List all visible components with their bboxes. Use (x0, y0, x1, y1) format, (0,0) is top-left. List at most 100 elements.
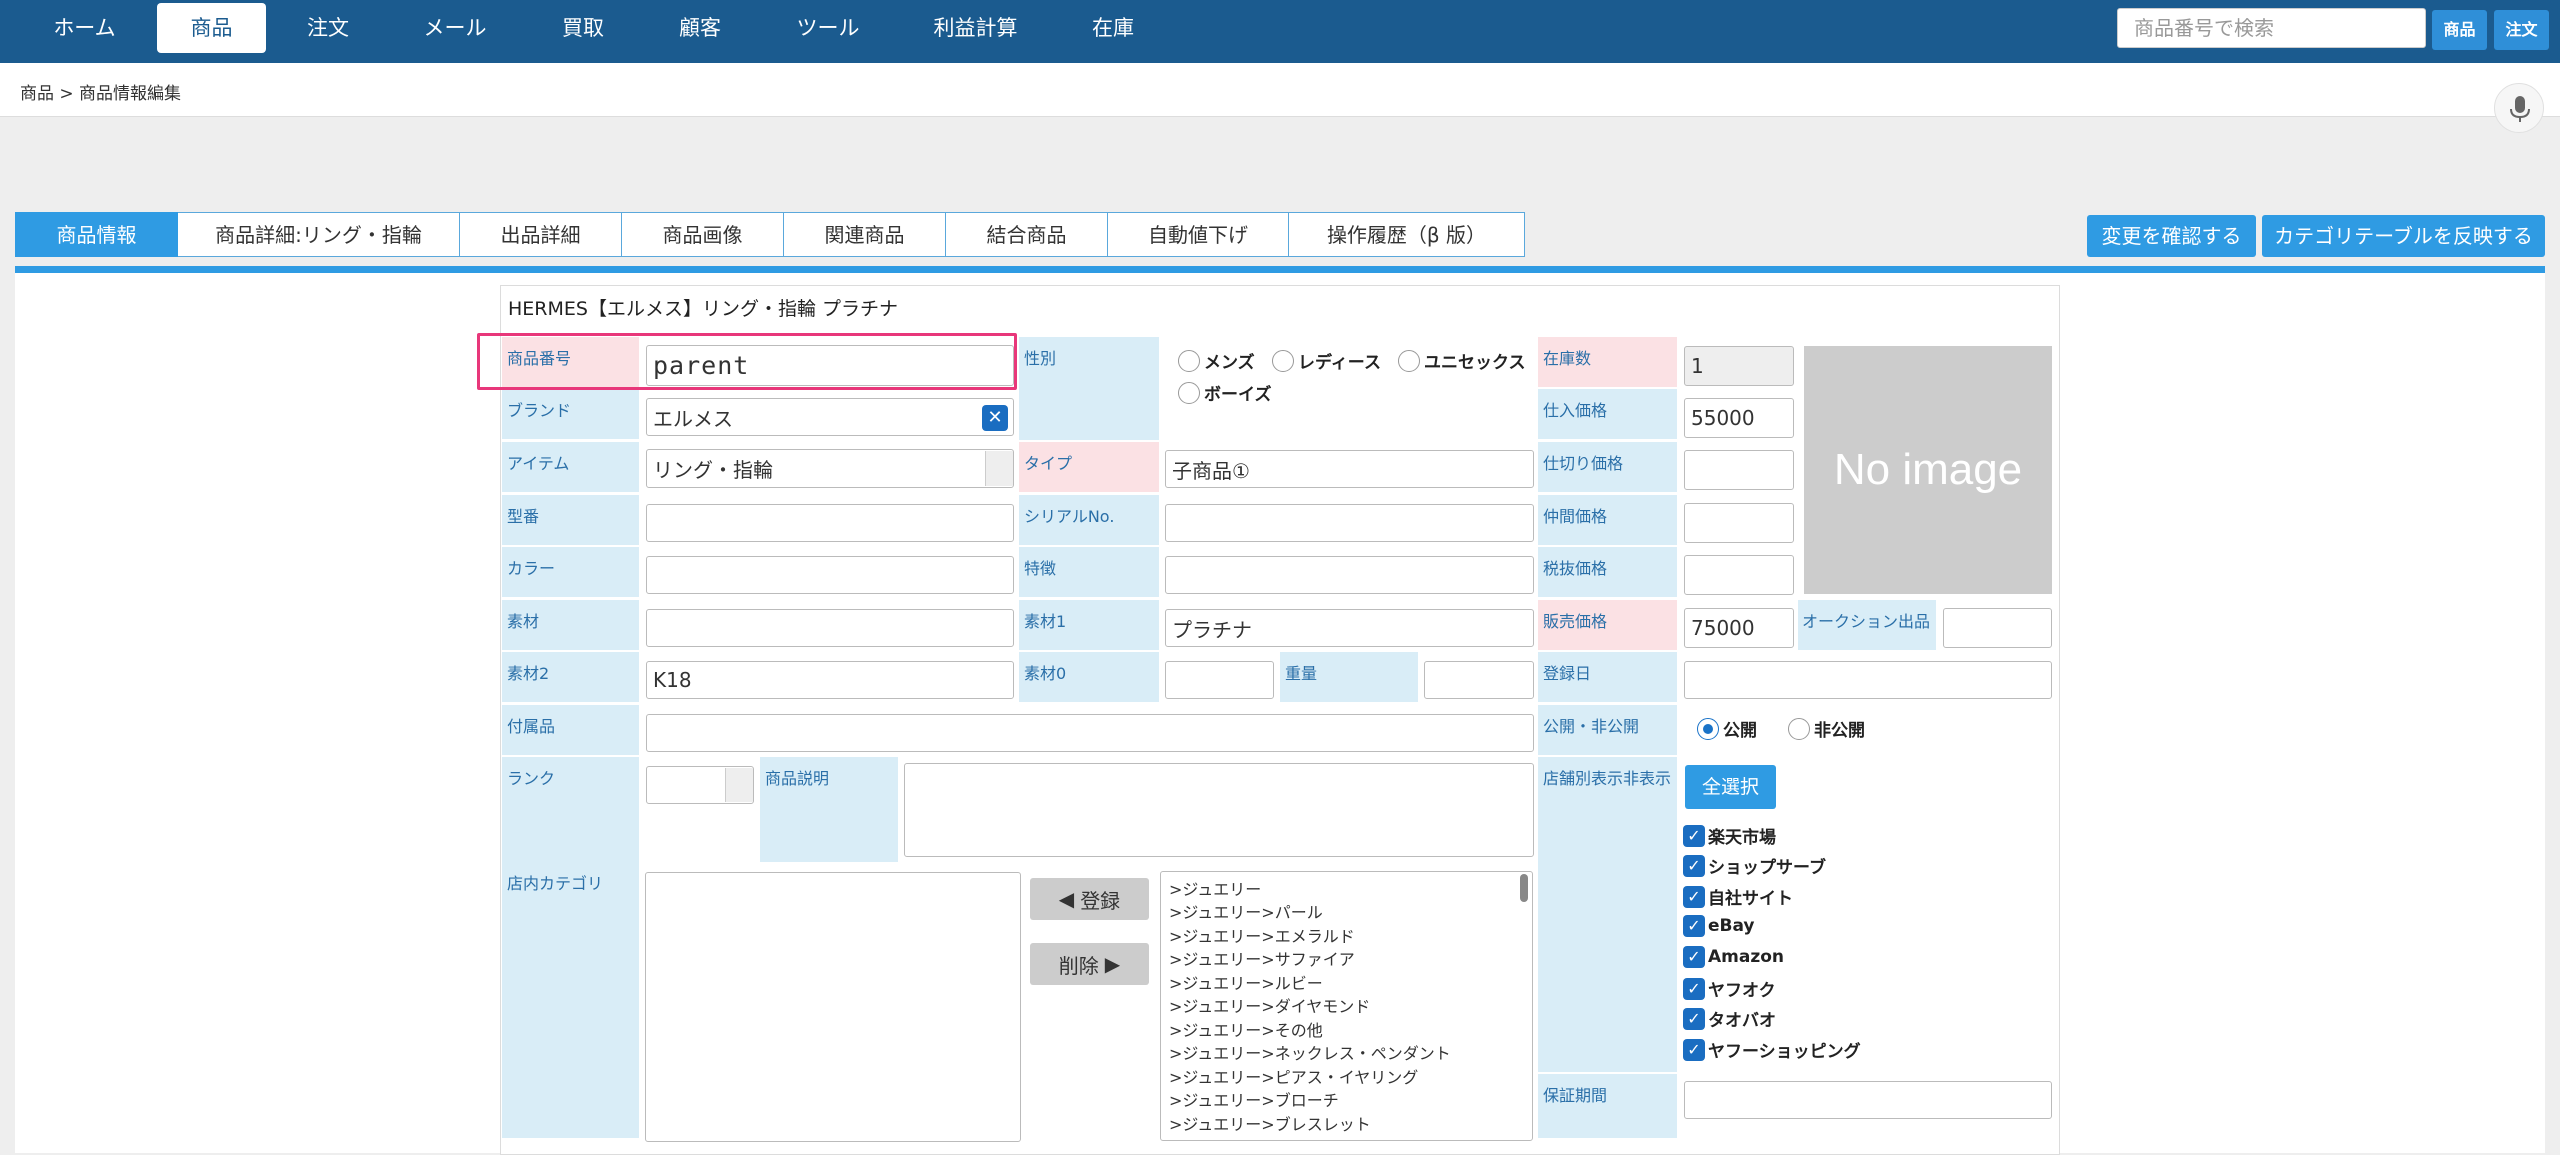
tab-product-image[interactable]: 商品画像 (622, 212, 784, 257)
category-list[interactable]: >ジュエリー >ジュエリー>パール >ジュエリー>エメラルド >ジュエリー>サフ… (1160, 871, 1533, 1141)
category-item[interactable]: >ジュエリー>サファイア (1169, 946, 1355, 970)
category-item[interactable]: >ジュエリー>ダイヤモンド (1169, 993, 1370, 1017)
label-weight: 重量 (1280, 652, 1418, 702)
select-all-stores-button[interactable]: 全選択 (1685, 765, 1776, 809)
store-checkbox-yahoo-shopping[interactable]: ✓ ヤフーショッピング (1683, 1037, 1861, 1062)
store-checkbox-own-site[interactable]: ✓ 自社サイト (1683, 884, 1793, 909)
color-input[interactable] (646, 556, 1014, 594)
tab-operation-history[interactable]: 操作履歴（β 版） (1289, 212, 1525, 257)
nav-item-tools[interactable]: ツール (773, 0, 883, 56)
category-item[interactable]: >ジュエリー (1169, 876, 1261, 900)
material2-input[interactable]: K18 (646, 661, 1014, 699)
nav-item-order[interactable]: 注文 (273, 0, 383, 56)
product-image-placeholder[interactable]: No image (1804, 346, 2052, 594)
material1-input[interactable]: プラチナ (1165, 609, 1534, 647)
category-item[interactable]: >ジュエリー>ブローチ (1169, 1087, 1339, 1111)
delete-category-button[interactable]: 削除 ▶ (1030, 943, 1149, 985)
type-input[interactable]: 子商品① (1165, 450, 1534, 488)
label-material2: 素材2 (502, 652, 639, 702)
check-icon: ✓ (1683, 1007, 1705, 1030)
accessories-input[interactable] (646, 714, 1534, 752)
label-store-display: 店舗別表示非表示 (1538, 757, 1677, 1072)
tab-combined-products[interactable]: 結合商品 (946, 212, 1108, 257)
check-icon: ✓ (1683, 977, 1705, 1000)
gender-unisex-radio[interactable]: ユニセックス (1398, 348, 1526, 373)
warranty-input[interactable] (1684, 1081, 2052, 1119)
feature-input[interactable] (1165, 556, 1534, 594)
check-icon: ✓ (1683, 915, 1705, 937)
serial-input[interactable] (1165, 504, 1534, 542)
category-item[interactable]: >ジュエリー>ルビー (1169, 970, 1323, 994)
nav-item-mail[interactable]: メール (400, 0, 510, 56)
purchase-price-input[interactable]: 55000 (1684, 398, 1794, 438)
category-item[interactable]: >ジュエリー>パール (1169, 899, 1323, 923)
gender-boys-radio[interactable]: ボーイズ (1178, 380, 1272, 405)
item-select-arrow[interactable] (985, 451, 1013, 486)
nav-item-stock[interactable]: 在庫 (1058, 0, 1168, 56)
material0-input[interactable] (1165, 661, 1274, 699)
label-wholesale-price: 仕切り価格 (1538, 442, 1677, 492)
label-reg-date: 登録日 (1538, 652, 1677, 702)
nav-item-product[interactable]: 商品 (157, 3, 266, 53)
description-textarea[interactable] (904, 763, 1534, 857)
nav-item-purchase[interactable]: 買取 (528, 0, 638, 56)
shop-category-list[interactable] (645, 872, 1021, 1142)
label-sale-price: 販売価格 (1538, 600, 1677, 650)
stock-input[interactable]: 1 (1684, 346, 1794, 386)
category-item[interactable]: >ジュエリー>ブレスレット (1169, 1111, 1371, 1135)
store-checkbox-rakuten[interactable]: ✓ 楽天市場 (1683, 823, 1776, 848)
tab-product-detail[interactable]: 商品詳細:リング・指輪 (178, 212, 460, 257)
search-input[interactable] (2117, 8, 2426, 48)
rank-select-arrow[interactable] (725, 768, 753, 802)
store-checkbox-yahuoku[interactable]: ✓ ヤフオク (1683, 976, 1776, 1001)
register-category-button[interactable]: ◀ 登録 (1030, 878, 1149, 920)
tab-related-products[interactable]: 関連商品 (784, 212, 946, 257)
item-select[interactable]: リング・指輪 (646, 449, 1014, 488)
auction-input[interactable] (1943, 608, 2052, 648)
category-item[interactable]: >ジュエリー>ネックレス・ペンダント (1169, 1040, 1451, 1064)
store-checkbox-amazon[interactable]: ✓ Amazon (1683, 946, 1784, 968)
label-rank: ランク (502, 757, 639, 862)
tab-auto-discount[interactable]: 自動値下げ (1108, 212, 1289, 257)
gender-mens-radio[interactable]: メンズ (1178, 348, 1255, 373)
label-model: 型番 (502, 495, 639, 545)
tab-product-info[interactable]: 商品情報 (15, 212, 178, 257)
category-item[interactable]: >ジュエリー>ピアス・イヤリング (1169, 1064, 1418, 1088)
wholesale-price-input[interactable] (1684, 450, 1794, 490)
search-product-button[interactable]: 商品 (2432, 10, 2487, 50)
label-material0: 素材0 (1019, 652, 1159, 702)
label-accessories: 付属品 (502, 705, 639, 755)
private-radio[interactable]: 非公開 (1788, 716, 1865, 741)
store-checkbox-taobao[interactable]: ✓ タオバオ (1683, 1006, 1776, 1031)
label-gender: 性別 (1019, 337, 1159, 440)
label-stock: 在庫数 (1538, 337, 1677, 387)
public-radio[interactable]: 公開 (1697, 716, 1757, 741)
model-input[interactable] (646, 504, 1014, 542)
brand-clear-button[interactable]: ✕ (982, 405, 1008, 431)
label-brand: ブランド (502, 389, 639, 439)
sale-price-input[interactable]: 75000 (1684, 608, 1794, 648)
nav-item-customer[interactable]: 顧客 (645, 0, 755, 56)
category-item[interactable]: >ジュエリー>その他 (1169, 1017, 1323, 1041)
weight-input[interactable] (1424, 661, 1534, 699)
label-feature: 特徴 (1019, 547, 1159, 597)
microphone-button[interactable] (2494, 83, 2544, 133)
gender-ladies-radio[interactable]: レディース (1272, 348, 1381, 373)
category-scrollbar[interactable] (1520, 874, 1528, 902)
breadcrumb: 商品 > 商品情報編集 (20, 84, 182, 104)
category-item[interactable]: >ジュエリー>エメラルド (1169, 923, 1355, 947)
pretax-price-input[interactable] (1684, 555, 1794, 595)
tab-listing-detail[interactable]: 出品詳細 (460, 212, 622, 257)
store-checkbox-ebay[interactable]: ✓ eBay (1683, 915, 1755, 937)
apply-category-table-button[interactable]: カテゴリテーブルを反映する (2262, 215, 2545, 257)
confirm-changes-button[interactable]: 変更を確認する (2087, 215, 2256, 257)
nav-item-profit[interactable]: 利益計算 (918, 0, 1033, 56)
material-input[interactable] (646, 609, 1014, 647)
search-order-button[interactable]: 注文 (2494, 10, 2549, 50)
broker-price-input[interactable] (1684, 503, 1794, 543)
reg-date-input[interactable] (1684, 661, 2052, 699)
brand-input[interactable]: エルメス (646, 398, 1014, 436)
store-checkbox-shopserve[interactable]: ✓ ショップサーブ (1683, 853, 1826, 878)
nav-item-home[interactable]: ホーム (22, 0, 147, 56)
breadcrumb-bar: 商品 > 商品情報編集 (0, 63, 2560, 117)
